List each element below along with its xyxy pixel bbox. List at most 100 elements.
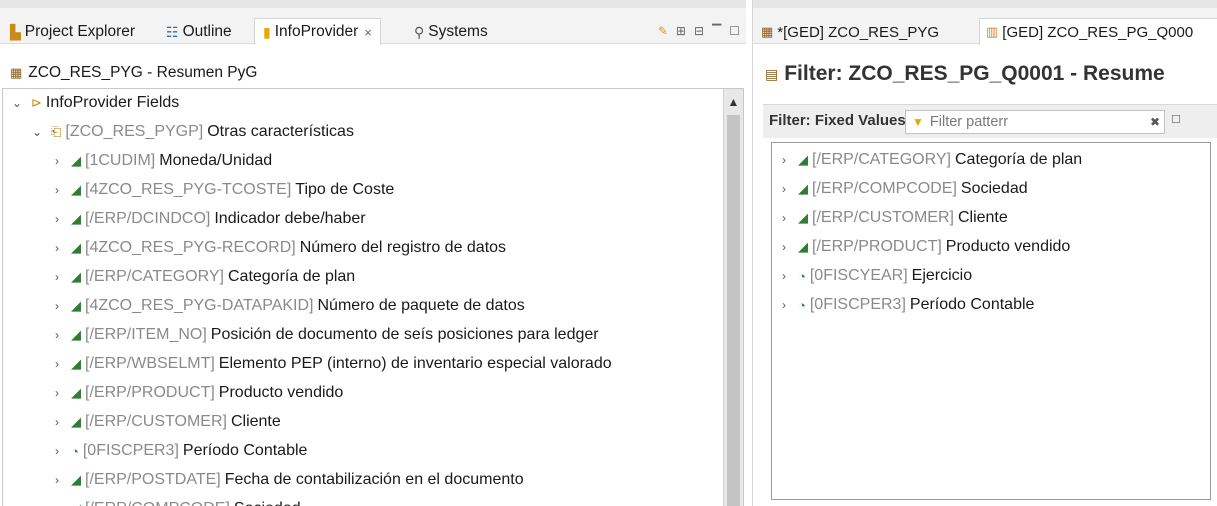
field-description: Cliente: [230, 413, 281, 430]
field-description: Categoría de plan: [228, 268, 356, 285]
tab-systems[interactable]: ⚲ Systems: [414, 20, 488, 44]
tree-row[interactable]: › ◢ [/ERP/ITEM_NO] Posición de documento de…: [49, 321, 599, 349]
chevron-right-icon[interactable]: ›: [49, 299, 65, 313]
time-characteristic-icon: ◔: [798, 268, 806, 284]
tree-row[interactable]: › ◔ [0FISCPER3] Período Contable: [776, 291, 1034, 319]
filter-title-text: Filter: ZCO_RES_PG_Q0001 - Resume: [784, 62, 1165, 85]
chevron-right-icon[interactable]: ›: [49, 328, 65, 342]
tree-row[interactable]: › ◢ [/ERP/CUSTOMER] Cliente: [49, 408, 281, 436]
chevron-right-icon[interactable]: ›: [776, 269, 792, 283]
project-explorer-icon: ▙: [10, 23, 21, 40]
chevron-right-icon[interactable]: ›: [49, 183, 65, 197]
maximize-section-icon[interactable]: ☐: [1171, 113, 1181, 126]
tree-row[interactable]: ›◢[/ERP/COMPCODE]Sociedad: [776, 175, 1028, 203]
field-technical-name: [/ERP/PRODUCT]: [85, 384, 215, 401]
field-description: Sociedad: [234, 500, 301, 506]
maximize-icon[interactable]: ☐: [729, 24, 740, 38]
tree-row[interactable]: ⌄ ⎗ [ZCO_RES_PYGP] Otras características: [29, 118, 354, 146]
field-technical-name: [/ERP/CATEGORY]: [812, 151, 951, 168]
field-technical-name: [/ERP/PRODUCT]: [812, 238, 942, 255]
fixed-values-label: Filter: Fixed Values: [769, 112, 906, 129]
chevron-down-icon[interactable]: ⌄: [29, 125, 45, 139]
characteristic-icon: ◢: [71, 501, 81, 506]
left-tab-bar: ▙ Project Explorer ☷ Outline ▮ InfoProvi…: [0, 0, 746, 45]
chevron-right-icon[interactable]: ›: [776, 153, 792, 167]
chevron-right-icon[interactable]: ›: [49, 386, 65, 400]
tree-row[interactable]: › ◢ [/ERP/POSTDATE] Fecha de contabilizació…: [49, 466, 524, 494]
characteristic-icon: ◢: [71, 182, 81, 197]
link-with-editor-icon[interactable]: ✎: [658, 24, 668, 38]
field-description: Producto vendido: [945, 238, 1071, 255]
tree-row[interactable]: › ◔ [0FISCYEAR] Ejercicio: [776, 262, 972, 290]
chevron-right-icon[interactable]: ›: [776, 240, 792, 254]
field-description: Período Contable: [909, 296, 1035, 313]
tree-row[interactable]: › ◢ [/ERP/WBSELMT] Elemento PEP (interno) d…: [49, 350, 612, 378]
field-description: Moneda/Unidad: [159, 152, 273, 169]
group-icon: ⎗: [51, 124, 62, 139]
systems-icon: ⚲: [414, 23, 425, 40]
characteristic-icon: ◢: [71, 385, 81, 400]
scrollbar-thumb[interactable]: [727, 115, 740, 506]
tree-row[interactable]: ›◢[/ERP/COMPCODE]Sociedad: [49, 495, 301, 506]
field-description: Número de paquete de datos: [317, 297, 525, 314]
query-filter-icon: ▤: [765, 65, 779, 82]
tree-row[interactable]: › ◢ [4ZCO_RES_PYG-TCOSTE] Tipo de Coste: [49, 176, 394, 204]
infoprovider-icon: ▮: [263, 23, 271, 40]
minimize-icon[interactable]: ▔: [712, 24, 721, 38]
clear-icon[interactable]: ✖: [1150, 115, 1160, 129]
characteristic-icon: ◢: [71, 414, 81, 429]
infoprovider-view: ▙ Project Explorer ☷ Outline ▮ InfoProvi…: [0, 0, 746, 506]
field-description: Posición de documento de seís posiciones…: [210, 326, 599, 343]
characteristic-icon: ◢: [798, 239, 808, 254]
tree-row[interactable]: › ◢ [1CUDIM] Moneda/Unidad: [49, 147, 272, 175]
field-technical-name: [4ZCO_RES_PYG-DATAPAKID]: [85, 297, 314, 314]
infoprovider-cube-icon: ▦: [10, 65, 23, 80]
filter-pattern-input[interactable]: ▼ Filter patterr ✖: [905, 110, 1165, 134]
tree-row[interactable]: › ◢ [/ERP/CATEGORY] Categoría de plan: [776, 146, 1082, 174]
characteristic-icon: ◢: [71, 298, 81, 313]
scroll-up-icon[interactable]: ▲: [724, 95, 743, 109]
tree-row[interactable]: › ◢ [/ERP/CATEGORY] Categoría de plan: [49, 263, 355, 291]
tree-row[interactable]: › ◢ [/ERP/PRODUCT] Producto vendido: [776, 233, 1070, 261]
chevron-right-icon[interactable]: ›: [49, 154, 65, 168]
infoprovider-title: ▦ ZCO_RES_PYG - Resumen PyG: [0, 60, 746, 86]
chevron-right-icon[interactable]: ›: [49, 270, 65, 284]
chevron-right-icon[interactable]: ›: [776, 298, 792, 312]
chevron-right-icon[interactable]: ›: [49, 502, 65, 506]
chevron-right-icon[interactable]: ›: [49, 444, 65, 458]
chevron-right-icon[interactable]: ›: [49, 357, 65, 371]
chevron-right-icon[interactable]: ›: [776, 211, 792, 225]
tree-row[interactable]: › ◔ [0FISCPER3] Período Contable: [49, 437, 307, 465]
tree-row[interactable]: › ◢ [/ERP/DCINDCO] Indicador debe/haber: [49, 205, 366, 233]
chevron-right-icon[interactable]: ›: [49, 212, 65, 226]
characteristic-icon: ◢: [71, 240, 81, 255]
chevron-right-icon[interactable]: ›: [49, 241, 65, 255]
field-description: Categoría de plan: [955, 151, 1083, 168]
characteristic-icon: ◢: [71, 211, 81, 226]
tab-infoprovider-editor[interactable]: ▦ *[GED] ZCO_RES_PYG: [761, 20, 939, 44]
tree-row[interactable]: › ◢ [4ZCO_RES_PYG-DATAPAKID] Número de paqu…: [49, 292, 525, 320]
field-description: Cliente: [957, 209, 1008, 226]
field-description: Indicador debe/haber: [214, 210, 366, 227]
close-icon[interactable]: ×: [364, 25, 372, 40]
field-description: Elemento PEP (interno) de inventario esp…: [218, 355, 612, 372]
tab-project-explorer[interactable]: ▙ Project Explorer: [10, 20, 135, 44]
chevron-right-icon[interactable]: ›: [49, 415, 65, 429]
tree-row[interactable]: › ◢ [/ERP/CUSTOMER] Cliente: [776, 204, 1008, 232]
tree-row[interactable]: › ◢ [4ZCO_RES_PYG-RECORD] Número del regist…: [49, 234, 506, 262]
tree-row[interactable]: ⌄ ⊳ InfoProvider Fields: [9, 89, 179, 117]
field-technical-name: [4ZCO_RES_PYG-TCOSTE]: [85, 181, 292, 198]
chevron-right-icon[interactable]: ›: [49, 473, 65, 487]
tab-label: [GED] ZCO_RES_PG_Q000: [1002, 23, 1194, 41]
vertical-scrollbar[interactable]: ▲: [723, 89, 743, 506]
tab-outline[interactable]: ☷ Outline: [166, 20, 232, 44]
tab-query-editor[interactable]: ▥ [GED] ZCO_RES_PG_Q000: [979, 18, 1217, 45]
expand-all-icon[interactable]: ⊞: [676, 24, 686, 38]
chevron-down-icon[interactable]: ⌄: [9, 96, 25, 110]
tab-infoprovider[interactable]: ▮ InfoProvider ×: [254, 18, 381, 45]
collapse-all-icon[interactable]: ⊟: [694, 24, 704, 38]
tree-row[interactable]: › ◢ [/ERP/PRODUCT] Producto vendido: [49, 379, 343, 407]
characteristic-icon: ◢: [71, 327, 81, 342]
chevron-right-icon[interactable]: ›: [776, 182, 792, 196]
tab-label: Project Explorer: [24, 23, 136, 40]
